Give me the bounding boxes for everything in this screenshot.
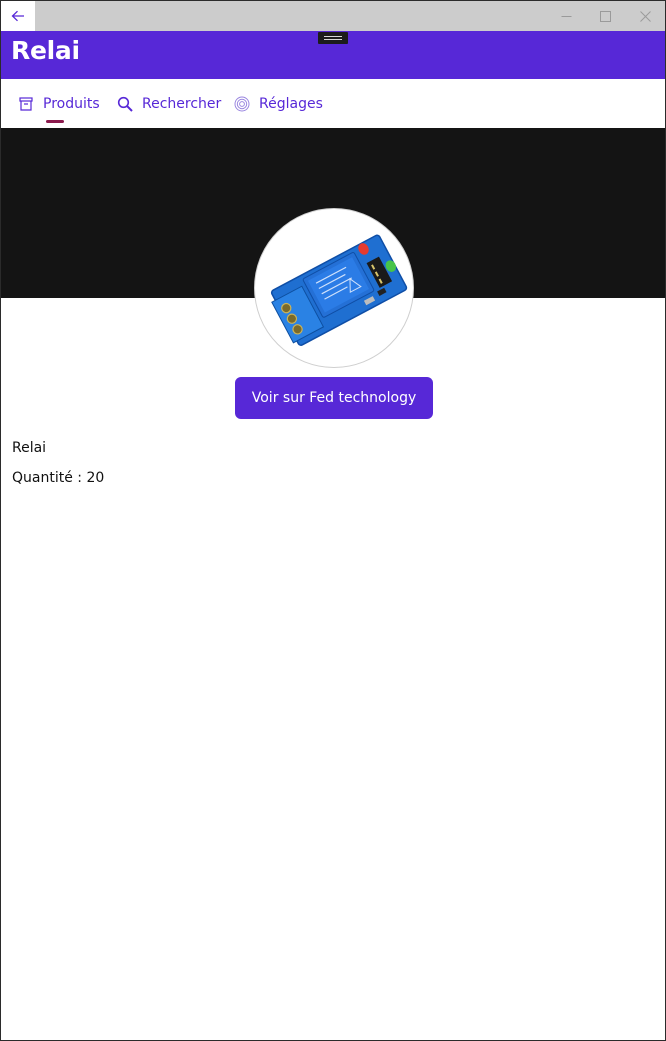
product-quantity: Quantité : 20 <box>12 470 105 486</box>
search-icon <box>117 96 133 112</box>
tab-label: Produits <box>43 95 100 112</box>
product-image <box>254 208 414 368</box>
tab-rechercher[interactable]: Rechercher <box>117 79 221 128</box>
minimize-button[interactable] <box>546 1 586 31</box>
app-header: Relai <box>1 31 665 79</box>
maximize-icon <box>599 10 611 22</box>
relay-module-image <box>270 234 408 346</box>
selected-tab-indicator <box>46 120 64 123</box>
tab-bar: Produits Rechercher Réglages <box>1 79 665 128</box>
minimize-icon <box>561 15 571 17</box>
page-title: Relai <box>11 36 80 65</box>
tab-label: Réglages <box>259 95 323 112</box>
package-icon <box>19 96 33 111</box>
product-name: Relai <box>12 440 47 456</box>
close-button[interactable] <box>625 1 665 31</box>
app-window: Relai Produits Rechercher Réglages Voir … <box>0 0 666 1041</box>
settings-icon <box>234 96 250 111</box>
title-bar <box>1 1 665 31</box>
tab-reglages[interactable]: Réglages <box>234 79 323 128</box>
view-on-store-button[interactable]: Voir sur Fed technology <box>235 377 433 419</box>
arrow-left-icon <box>11 10 24 22</box>
maximize-button[interactable] <box>585 1 625 31</box>
tab-label: Rechercher <box>142 95 222 112</box>
drag-handle[interactable] <box>318 32 348 44</box>
back-button[interactable] <box>1 1 35 31</box>
close-icon <box>639 10 651 22</box>
